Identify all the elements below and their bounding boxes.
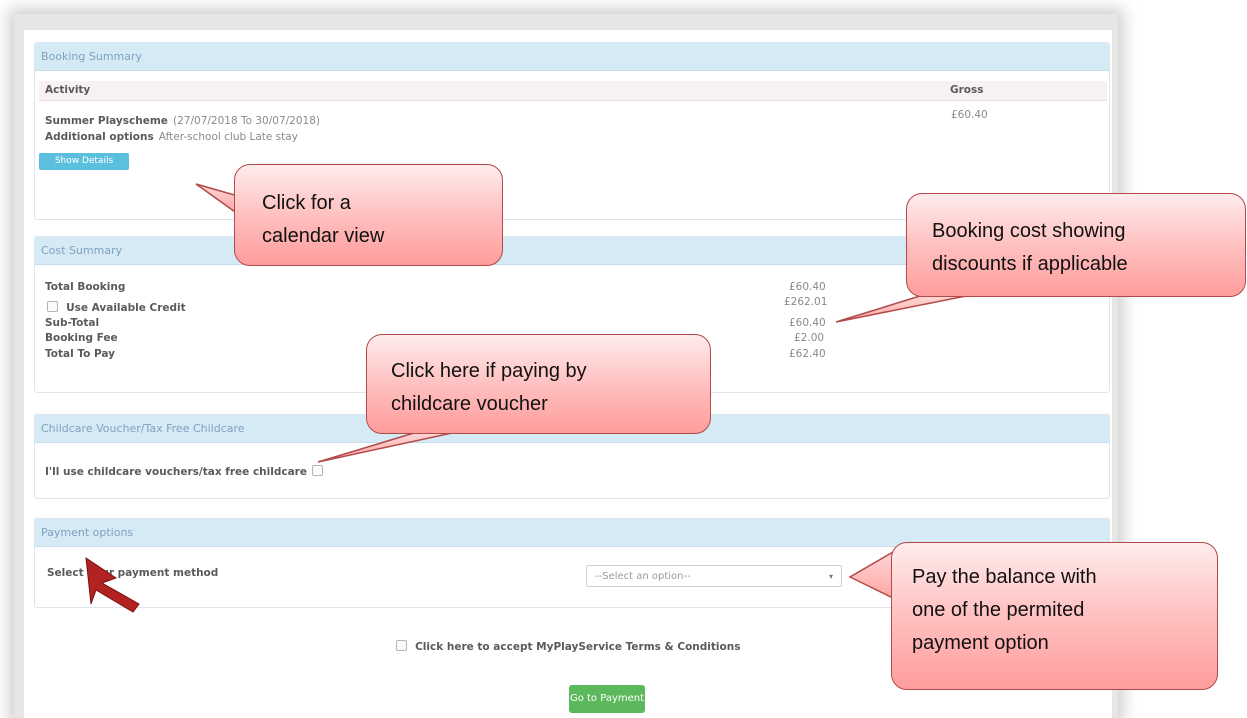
voucher-callout-line1: Click here if paying by bbox=[391, 360, 587, 382]
voucher-callout-line2: childcare voucher bbox=[391, 393, 548, 415]
cost-callout-line1: Booking cost showing bbox=[932, 220, 1126, 242]
cost-callout-tail bbox=[835, 295, 967, 323]
voucher-callout-tail bbox=[317, 432, 453, 463]
payment-callout-line2: one of the permited bbox=[912, 599, 1085, 621]
payment-option-callout: Pay the balance with one of the permited… bbox=[891, 542, 1218, 690]
cost-callout-line2: discounts if applicable bbox=[932, 253, 1128, 275]
payment-callout-line3: payment option bbox=[912, 632, 1049, 654]
calendar-view-callout: Click for a calendar view bbox=[234, 164, 503, 266]
red-arrow-icon bbox=[85, 556, 140, 613]
calendar-callout-line2: calendar view bbox=[262, 225, 385, 247]
payment-callout-line1: Pay the balance with bbox=[912, 566, 1097, 588]
childcare-voucher-callout: Click here if paying by childcare vouche… bbox=[366, 334, 711, 434]
payment-callout-tail bbox=[848, 550, 894, 600]
calendar-callout-tail bbox=[195, 183, 239, 216]
calendar-callout-line1: Click for a bbox=[262, 192, 351, 214]
booking-cost-callout: Booking cost showing discounts if applic… bbox=[906, 193, 1246, 297]
